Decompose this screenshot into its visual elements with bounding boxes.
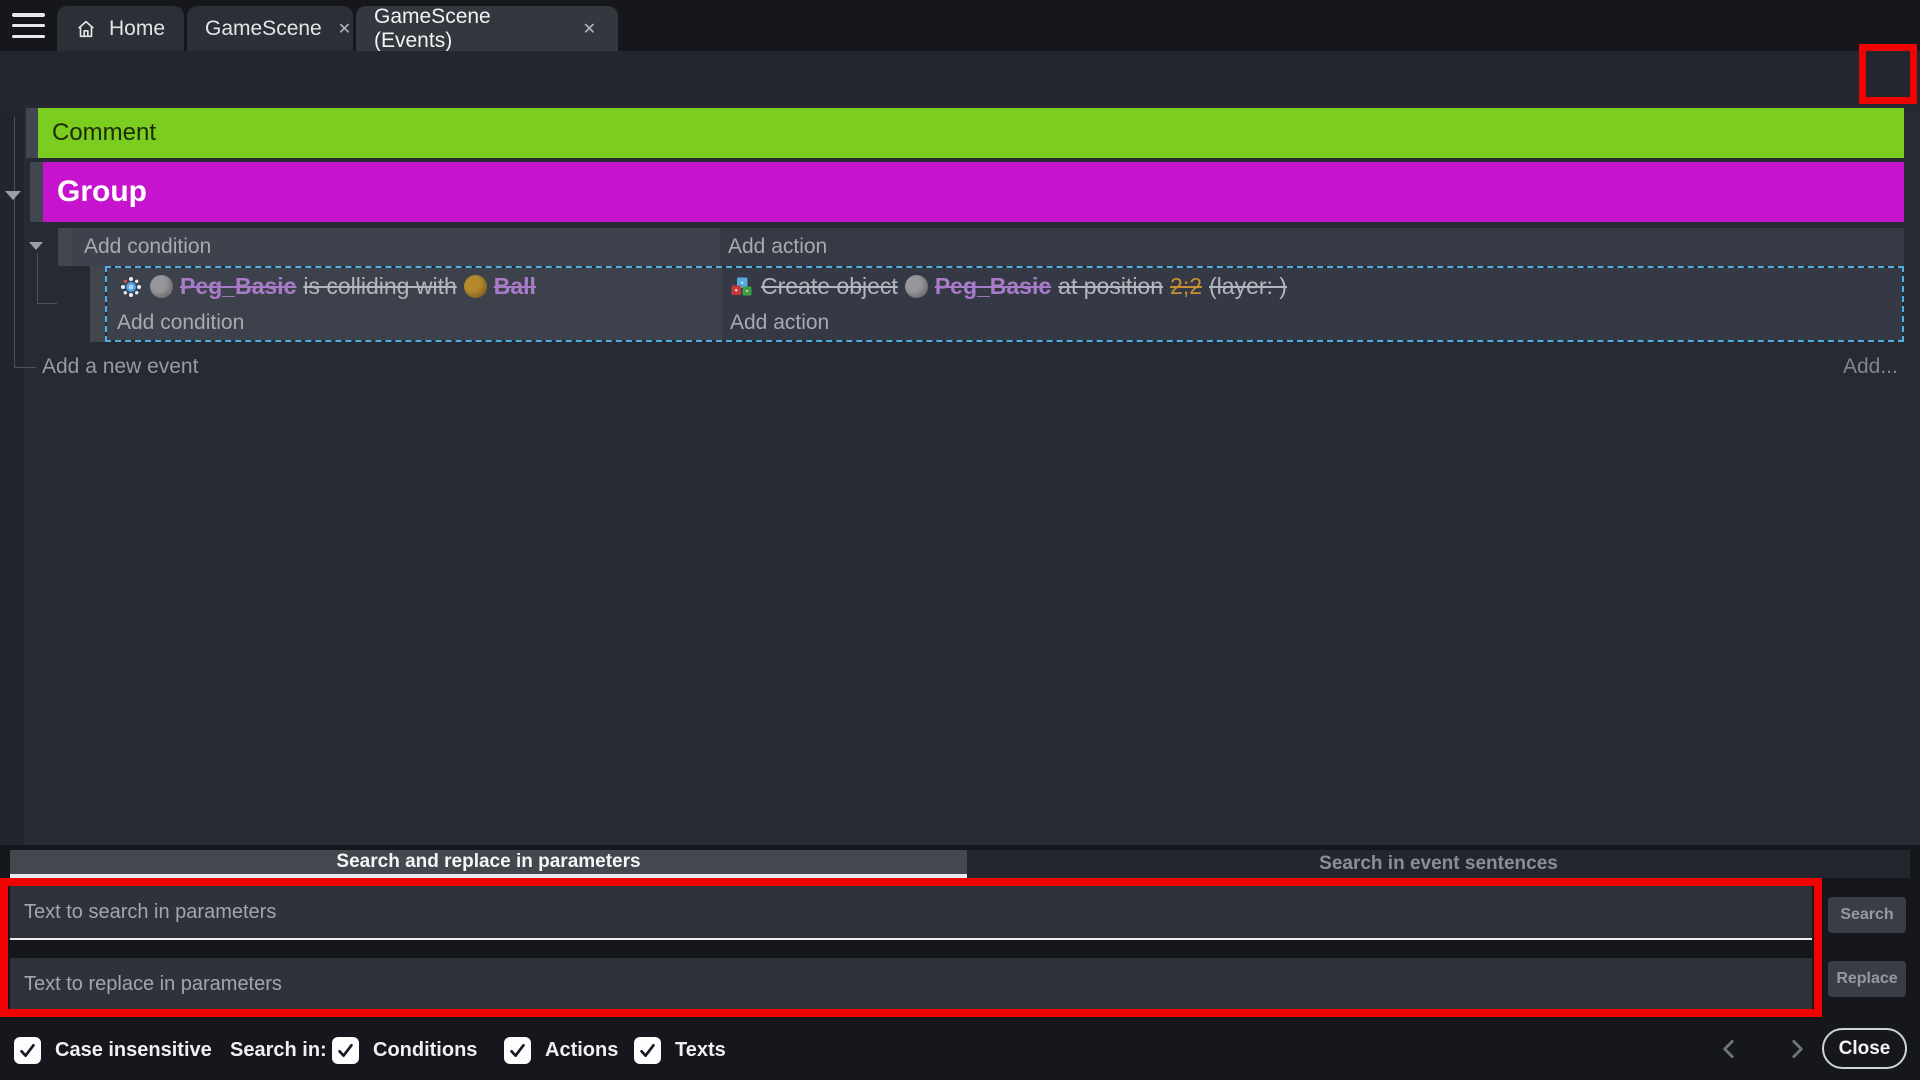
previous-result-icon[interactable] — [1716, 1036, 1742, 1062]
event-drag-handle[interactable] — [26, 108, 38, 158]
tab-search-replace-parameters[interactable]: Search and replace in parameters — [10, 850, 967, 878]
texts-label: Texts — [675, 1039, 726, 1062]
event-drag-handle[interactable] — [90, 266, 105, 342]
tab-home[interactable]: Home — [57, 6, 184, 51]
event-drag-handle[interactable] — [30, 162, 43, 222]
comment-text: Comment — [52, 119, 156, 147]
group-event[interactable]: Group — [43, 162, 1904, 222]
events-left-rail — [0, 105, 24, 845]
add-action-button[interactable]: Add action — [720, 228, 1904, 266]
tree-line — [14, 367, 36, 368]
tab-label: GameScene (Events) — [374, 5, 567, 53]
condition-object1: Peg_Basic — [180, 273, 296, 300]
event-row[interactable]: Add condition Add action — [72, 228, 1904, 266]
conditions-checkbox[interactable] — [332, 1037, 359, 1064]
group-text: Group — [57, 175, 147, 209]
action-text: (layer: ) — [1209, 273, 1287, 300]
next-result-icon[interactable] — [1784, 1036, 1810, 1062]
comment-event[interactable]: Comment — [38, 108, 1904, 158]
condition-object2: Ball — [494, 273, 536, 300]
search-text-input[interactable] — [10, 886, 1812, 940]
tab-search-event-sentences[interactable]: Search in event sentences — [967, 850, 1910, 878]
action-param-position: 2;2 — [1170, 273, 1202, 300]
gdevelop-window: Home GameScene ✕ GameScene (Events) ✕ Pr… — [0, 0, 1920, 1080]
action-object: Peg_Basic — [935, 273, 1051, 300]
actions-checkbox[interactable] — [504, 1037, 531, 1064]
object-icon-peg-basic — [905, 275, 928, 298]
add-condition-button[interactable]: Add condition — [72, 228, 720, 266]
close-tab-icon[interactable]: ✕ — [334, 17, 355, 41]
search-panel: Search and replace in parameters Search … — [0, 845, 1920, 1020]
close-button[interactable]: Close — [1822, 1028, 1907, 1069]
action-text: Create object — [761, 273, 898, 300]
add-action-button[interactable]: Add action — [722, 306, 1902, 340]
create-object-action-icon — [730, 275, 754, 299]
add-condition-button[interactable]: Add condition — [107, 306, 722, 340]
actions-column: Create object Peg_Basic at position 2;2 … — [722, 268, 1902, 340]
replace-text-input[interactable] — [10, 958, 1812, 1012]
tree-line — [14, 117, 15, 367]
case-insensitive-checkbox[interactable] — [14, 1037, 41, 1064]
condition-text: is colliding with — [303, 273, 456, 300]
tab-label: Home — [109, 17, 165, 41]
events-sheet: Comment Group Add condition Add action P… — [0, 105, 1920, 845]
object-icon-ball — [464, 275, 487, 298]
conditions-label: Conditions — [373, 1039, 477, 1062]
search-in-label: Search in: — [230, 1039, 327, 1062]
add-new-event-button[interactable]: Add a new event — [42, 355, 198, 379]
search-button[interactable]: Search — [1828, 897, 1906, 933]
object-icon-peg-basic — [150, 275, 173, 298]
selected-subevent[interactable]: Peg_Basic is colliding with Ball Add con… — [105, 266, 1904, 342]
tab-gamescene-events[interactable]: GameScene (Events) ✕ — [356, 6, 618, 51]
action-text: at position — [1058, 273, 1163, 300]
home-icon — [75, 18, 97, 40]
tree-line — [37, 303, 57, 304]
tab-label: GameScene — [205, 17, 322, 41]
events-toolbar: Preview Publish — [0, 51, 1920, 105]
group-expander-icon[interactable] — [5, 191, 21, 200]
collision-condition-icon — [119, 275, 143, 299]
main-menu-icon[interactable] — [12, 13, 45, 38]
case-insensitive-label: Case insensitive — [55, 1039, 212, 1062]
tab-gamescene[interactable]: GameScene ✕ — [187, 6, 353, 51]
conditions-column: Peg_Basic is colliding with Ball Add con… — [107, 268, 722, 340]
event-expander-icon[interactable] — [29, 242, 43, 250]
event-drag-handle[interactable] — [58, 228, 72, 266]
add-more-button[interactable]: Add... — [1843, 355, 1898, 379]
actions-label: Actions — [545, 1039, 618, 1062]
tab-bar: Home GameScene ✕ GameScene (Events) ✕ — [0, 0, 1920, 51]
condition-sentence[interactable]: Peg_Basic is colliding with Ball — [107, 268, 722, 306]
action-sentence[interactable]: Create object Peg_Basic at position 2;2 … — [722, 268, 1902, 306]
close-tab-icon[interactable]: ✕ — [579, 17, 600, 41]
replace-button[interactable]: Replace — [1828, 961, 1906, 997]
search-options-bar: Case insensitive Search in: Conditions A… — [0, 1020, 1920, 1080]
texts-checkbox[interactable] — [634, 1037, 661, 1064]
tree-line — [37, 253, 38, 303]
